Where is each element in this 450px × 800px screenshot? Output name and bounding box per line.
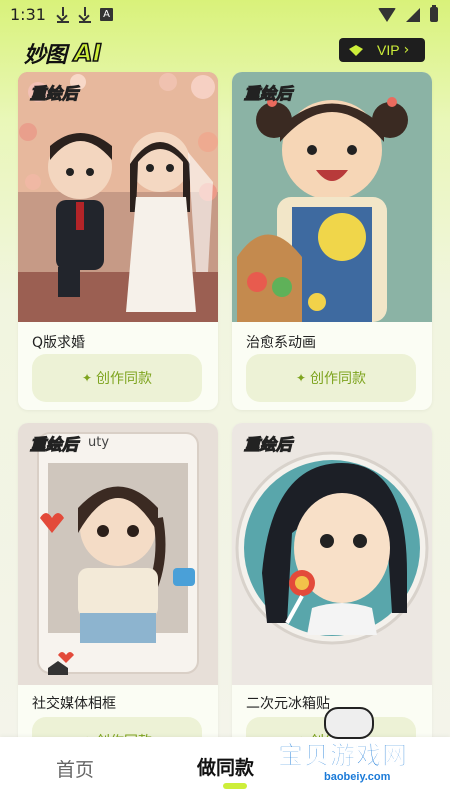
template-card[interactable]: 重绘后 Q版求婚 ✦ 创作同款 (18, 72, 218, 410)
status-bar: 1:31 A (0, 0, 450, 30)
redrawn-tag: 重绘后 (29, 84, 79, 104)
notification-icons: A (56, 7, 113, 23)
card-title: 治愈系动画 (246, 335, 316, 351)
card-image-social-frame[interactable]: 重绘后 uty (18, 423, 218, 685)
card-title: 社交媒体相框 (32, 696, 116, 712)
card-image-proposal[interactable]: 重绘后 (18, 72, 218, 322)
app-logo: 妙图 AI (24, 37, 102, 69)
gamepad-icon (324, 707, 374, 739)
wifi-icon (378, 7, 396, 22)
card-title: Q版求婚 (32, 335, 86, 351)
sparkle-icon: ✦ (81, 371, 93, 385)
logo-ai-text: AI (73, 38, 102, 68)
create-same-label: 创作同款 (96, 371, 153, 387)
redrawn-tag: 重绘后 (243, 435, 293, 455)
battery-icon (430, 5, 438, 22)
nav-home-tab[interactable]: 首页 (56, 755, 94, 782)
frame-caption: uty (88, 435, 110, 450)
sparkle-icon: ✦ (295, 371, 307, 385)
app-header: 妙图 AI VIP › (0, 30, 450, 72)
vip-button[interactable]: VIP › (339, 38, 425, 62)
create-same-button[interactable]: ✦ 创作同款 (246, 354, 416, 402)
watermark-url: baobeiy.com (324, 771, 391, 783)
download-icon (78, 7, 92, 23)
active-tab-indicator (223, 783, 247, 789)
template-card[interactable]: 重绘后 治愈系动画 ✦ 创作同款 (232, 72, 432, 410)
create-same-label: 创作同款 (310, 371, 367, 387)
redrawn-tag: 重绘后 (29, 435, 79, 455)
app-notification-icon: A (100, 8, 113, 21)
watermark-text: 宝贝游戏网 (278, 741, 409, 771)
vip-label: VIP (377, 42, 400, 58)
chevron-right-icon: › (403, 42, 410, 58)
card-image-fridge-magnet[interactable]: 重绘后 (232, 423, 432, 685)
nav-same-style-tab[interactable]: 做同款 (197, 753, 254, 780)
system-icons (378, 5, 438, 22)
diamond-icon (349, 45, 363, 56)
site-watermark: 宝贝游戏网 baobeiy.com (274, 704, 450, 792)
signal-icon (406, 7, 420, 22)
status-time: 1:31 (10, 5, 46, 24)
logo-text: 妙图 (24, 43, 67, 68)
download-icon (56, 7, 70, 23)
create-same-button[interactable]: ✦ 创作同款 (32, 354, 202, 402)
template-card[interactable]: 重绘后 uty 社交媒体相框 ✦ 创作同款 (18, 423, 218, 753)
card-image-healing-anime[interactable]: 重绘后 (232, 72, 432, 322)
redrawn-tag: 重绘后 (243, 84, 293, 104)
